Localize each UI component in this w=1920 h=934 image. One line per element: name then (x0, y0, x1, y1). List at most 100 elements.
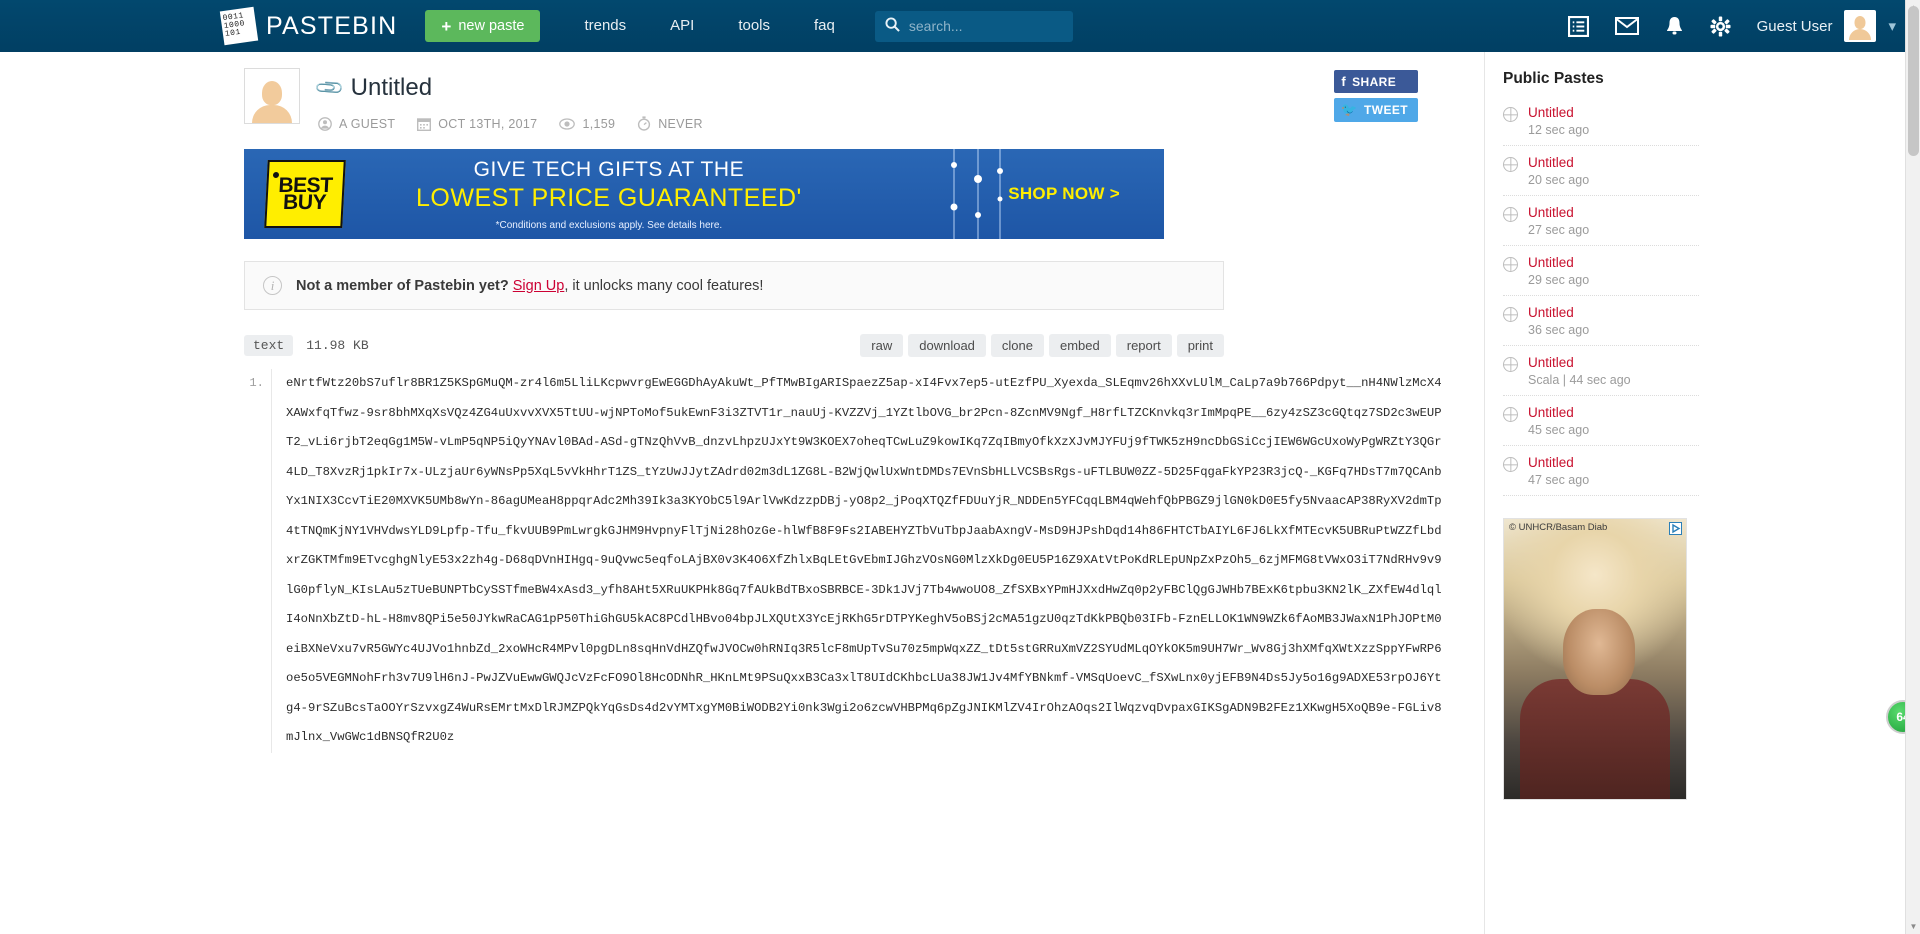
public-paste-meta: 20 sec ago (1528, 173, 1590, 187)
facebook-icon: f (1341, 74, 1347, 89)
sign-up-link[interactable]: Sign Up (513, 278, 565, 294)
shop-now-cta[interactable]: SHOP NOW > (1008, 184, 1120, 204)
ad-credit-text: © UNHCR/Basam Diab (1509, 522, 1608, 533)
gear-icon[interactable] (1710, 15, 1731, 37)
public-paste-link[interactable]: Untitled (1528, 105, 1589, 120)
paste-date: OCT 13TH, 2017 (417, 117, 537, 131)
paste-date-label: OCT 13TH, 2017 (438, 116, 538, 131)
globe-icon (1503, 107, 1518, 122)
signup-notice: i Not a member of Pastebin yet? Sign Up,… (244, 261, 1224, 310)
list-icon[interactable] (1567, 15, 1589, 37)
public-paste-link[interactable]: Untitled (1528, 355, 1631, 370)
list-item[interactable]: Untitled 45 sec ago (1503, 396, 1699, 446)
plus-icon: + (441, 16, 452, 36)
sidebar-ad[interactable]: © UNHCR/Basam Diab (1503, 518, 1687, 800)
page-scrollbar[interactable]: ▲ ▼ (1905, 0, 1920, 934)
chevron-down-icon[interactable]: ▾ (1888, 17, 1896, 35)
paste-code-text[interactable]: eNrtfWtz20bS7uflr8BR1Z5KSpGMuQM-zr4l6m5L… (272, 369, 1444, 753)
twitter-tweet-button[interactable]: 🐦 TWEET (1334, 98, 1418, 122)
main-content: 📎 Untitled A GUEST OCT 13TH, 2017 1,159 (244, 52, 1444, 934)
envelope-icon[interactable] (1614, 17, 1639, 35)
bestbuy-logo-icon: BEST BUY (264, 160, 346, 228)
public-paste-meta: 27 sec ago (1528, 223, 1590, 237)
header-actions: Guest User ▾ (1567, 10, 1896, 42)
globe-icon (1503, 407, 1518, 422)
avatar (1844, 10, 1877, 42)
twitter-tweet-label: TWEET (1364, 103, 1408, 117)
facebook-share-button[interactable]: f SHARE (1334, 70, 1418, 93)
banner-disclaimer: *Conditions and exclusions apply. See de… (495, 219, 723, 231)
calendar-icon (417, 117, 432, 131)
public-pastes-title: Public Pastes (1503, 70, 1604, 87)
paste-expiry: NEVER (637, 116, 703, 131)
list-item[interactable]: Untitled Scala | 44 sec ago (1503, 346, 1699, 396)
main-nav: trends API tools faq (562, 0, 856, 52)
embed-button[interactable]: embed (1048, 334, 1111, 357)
paste-size: 11.98 KB (306, 338, 369, 353)
paste-content-box: 1. eNrtfWtz20bS7uflr8BR1Z5KSpGMuQM-zr4l6… (244, 369, 1444, 753)
search-box[interactable] (874, 10, 1073, 42)
notice-suffix: , it unlocks many cool features! (564, 277, 764, 294)
scroll-thumb[interactable] (1908, 6, 1919, 156)
bell-icon[interactable] (1665, 16, 1684, 37)
user-name: Guest User (1756, 17, 1833, 35)
paste-views-label: 1,159 (582, 116, 616, 131)
paste-format-badge[interactable]: text (244, 335, 294, 356)
nav-item-trends[interactable]: trends (562, 0, 648, 52)
scroll-down-arrow[interactable]: ▼ (1906, 919, 1920, 934)
public-paste-link[interactable]: Untitled (1528, 405, 1589, 420)
public-paste-link[interactable]: Untitled (1528, 255, 1589, 270)
print-button[interactable]: print (1176, 334, 1224, 357)
public-pastes-list: Untitled 12 sec ago Untitled 20 sec ago … (1503, 96, 1699, 496)
public-paste-meta: 36 sec ago (1528, 323, 1590, 337)
list-item[interactable]: Untitled 27 sec ago (1503, 196, 1699, 246)
clone-button[interactable]: clone (990, 334, 1044, 357)
logo-text: PASTEBIN (266, 11, 398, 40)
public-paste-link[interactable]: Untitled (1528, 305, 1589, 320)
search-input[interactable] (908, 18, 1063, 34)
public-paste-link[interactable]: Untitled (1528, 155, 1589, 170)
list-item[interactable]: Untitled 36 sec ago (1503, 296, 1699, 346)
user-menu[interactable]: Guest User ▾ (1757, 10, 1896, 42)
globe-icon (1503, 357, 1518, 372)
banner-headline-2: LOWEST PRICE GUARANTEED' (416, 183, 802, 212)
banner-ad[interactable]: BEST BUY GIVE TECH GIFTS AT THE LOWEST P… (244, 149, 1164, 239)
adchoices-icon[interactable] (1669, 522, 1682, 538)
info-icon: i (263, 276, 282, 295)
logo[interactable]: 0011 1000 101 PASTEBIN (219, 6, 398, 46)
new-paste-button[interactable]: + new paste (425, 10, 541, 42)
public-paste-link[interactable]: Untitled (1528, 205, 1589, 220)
raw-button[interactable]: raw (860, 334, 904, 357)
ad-image (1504, 519, 1686, 799)
page-body: 📎 Untitled A GUEST OCT 13TH, 2017 1,159 (0, 52, 1920, 934)
paste-title-text: Untitled (350, 74, 433, 101)
list-item[interactable]: Untitled 12 sec ago (1503, 96, 1699, 146)
site-header: 0011 1000 101 PASTEBIN + new paste trend… (0, 0, 1920, 52)
signup-notice-text: Not a member of Pastebin yet? Sign Up, i… (296, 278, 763, 294)
paste-author-label: A GUEST (339, 116, 396, 131)
nav-item-api[interactable]: API (648, 0, 716, 52)
search-icon (885, 17, 900, 35)
paste-author: A GUEST (318, 117, 395, 131)
twitter-icon: 🐦 (1341, 102, 1358, 117)
list-item[interactable]: Untitled 47 sec ago (1503, 446, 1699, 496)
list-item[interactable]: Untitled 20 sec ago (1503, 146, 1699, 196)
public-paste-meta: 29 sec ago (1528, 273, 1590, 287)
paste-expiry-label: NEVER (658, 116, 703, 131)
facebook-share-label: SHARE (1352, 74, 1397, 89)
paste-header: 📎 Untitled A GUEST OCT 13TH, 2017 1,159 (244, 68, 1444, 131)
public-paste-link[interactable]: Untitled (1528, 455, 1589, 470)
page-title: 📎 Untitled (314, 73, 703, 105)
user-icon (318, 116, 332, 131)
download-button[interactable]: download (908, 334, 986, 357)
notice-prefix: Not a member of Pastebin yet? (296, 277, 509, 294)
public-paste-meta: 12 sec ago (1528, 123, 1590, 137)
nav-item-faq[interactable]: faq (792, 0, 857, 52)
list-item[interactable]: Untitled 29 sec ago (1503, 246, 1699, 296)
public-paste-meta: 47 sec ago (1528, 473, 1590, 487)
globe-icon (1503, 157, 1518, 172)
report-button[interactable]: report (1115, 334, 1172, 357)
public-paste-meta: Scala | 44 sec ago (1528, 373, 1631, 387)
globe-icon (1503, 307, 1518, 322)
nav-item-tools[interactable]: tools (716, 0, 792, 52)
